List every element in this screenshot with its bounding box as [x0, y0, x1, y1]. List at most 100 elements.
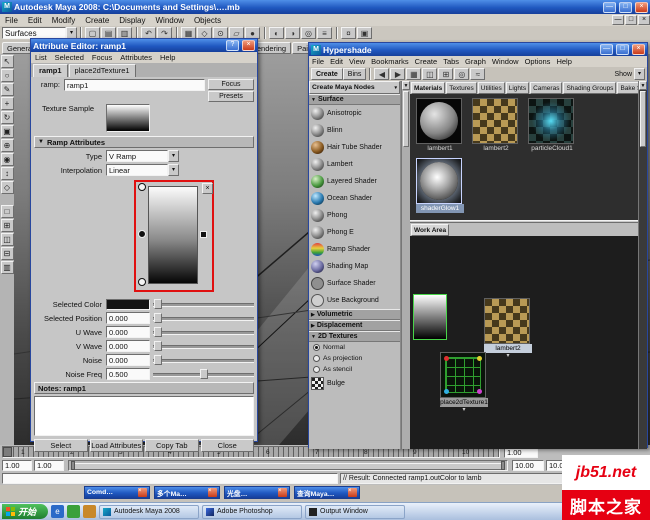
presets-button[interactable]: Presets	[208, 91, 254, 102]
mdi-restore-button[interactable]: □	[625, 15, 637, 25]
ae-menu-attributes[interactable]: Attributes	[116, 52, 156, 63]
four-pane-layout-icon[interactable]: ⊞	[0, 219, 14, 232]
ramp-gradient-strip[interactable]	[148, 186, 198, 284]
close-button[interactable]: ×	[632, 44, 645, 55]
hs-menu-help[interactable]: Help	[553, 56, 574, 67]
create-node-layered-shader[interactable]: Layered Shader	[309, 173, 400, 190]
create-node-ramp-shader[interactable]: Ramp Shader	[309, 241, 400, 258]
hs-menu-graph[interactable]: Graph	[462, 56, 489, 67]
ramp-name-field[interactable]: ramp1	[64, 79, 205, 91]
minimize-button[interactable]: —	[600, 44, 613, 55]
playback-start-field[interactable]: 1.00	[34, 460, 64, 471]
move-tool-icon[interactable]: +	[0, 97, 14, 110]
materials-swatch-panel[interactable]: lambert1 lambert2 particleCloud1 shaderG…	[410, 94, 638, 220]
paint-select-tool-icon[interactable]: ✎	[0, 83, 14, 96]
selected-color-slider[interactable]	[153, 298, 254, 310]
create-node-lambert[interactable]: Lambert	[309, 156, 400, 173]
taskbar-button-maya[interactable]: Autodesk Maya 2008	[99, 504, 199, 519]
create-bar-dropdown[interactable]: Create Maya Nodes ▾	[309, 81, 400, 94]
tab-textures[interactable]: Textures	[446, 82, 477, 94]
ramp-attributes-section[interactable]: ▼ Ramp Attributes	[34, 136, 254, 148]
last-tool-icon[interactable]: ◇	[0, 181, 14, 194]
clear-graph-icon[interactable]: ▦	[406, 68, 422, 80]
quick-launch-ie-icon[interactable]: e	[51, 505, 64, 518]
noise-slider[interactable]	[153, 354, 254, 366]
menu-create[interactable]: Create	[80, 15, 114, 26]
close-icon[interactable]: ×	[348, 488, 357, 497]
hs-menu-window[interactable]: Window	[489, 56, 522, 67]
maximize-button[interactable]: □	[616, 44, 629, 55]
help-button[interactable]: ?	[226, 40, 239, 51]
single-pane-layout-icon[interactable]: □	[0, 205, 14, 218]
hs-menu-view[interactable]: View	[346, 56, 368, 67]
surface-section-header[interactable]: ▼ Surface	[309, 94, 400, 105]
range-start-grip[interactable]	[71, 461, 75, 470]
lambert2-swatch[interactable]	[472, 98, 518, 144]
scrollbar-thumb[interactable]	[640, 91, 646, 147]
range-end-grip[interactable]	[501, 461, 505, 470]
hs-menu-tabs[interactable]: Tabs	[440, 56, 462, 67]
attribute-editor-titlebar[interactable]: Attribute Editor: ramp1 ? ×	[31, 39, 257, 52]
close-button[interactable]: Close	[200, 439, 254, 452]
menu-file[interactable]: File	[0, 15, 23, 26]
back-graph-icon[interactable]: ◀	[374, 68, 390, 80]
close-icon[interactable]: ×	[208, 488, 217, 497]
u-wave-field[interactable]: 0.000	[106, 326, 150, 338]
scrollbar-thumb[interactable]	[403, 91, 409, 147]
select-tool-icon[interactable]: ↖	[0, 55, 14, 68]
rotate-tool-icon[interactable]: ↻	[0, 111, 14, 124]
range-slider-track[interactable]	[68, 460, 508, 471]
maximize-button[interactable]: □	[619, 1, 632, 13]
ipr-render-icon[interactable]: ◎	[301, 27, 316, 39]
hs-menu-file[interactable]: File	[309, 56, 327, 67]
lambert1-swatch[interactable]	[416, 98, 462, 144]
tab-place2dtexture1[interactable]: place2dTexture1	[68, 64, 136, 77]
lambert2-node-swatch[interactable]	[484, 298, 530, 344]
tab-lights[interactable]: Lights	[505, 82, 530, 94]
delete-ramp-entry-icon[interactable]: ×	[202, 183, 213, 194]
create-node-hair-tube-shader[interactable]: Hair Tube Shader	[309, 139, 400, 156]
create-node-blinn[interactable]: Blinn	[309, 122, 400, 139]
hs-menu-options[interactable]: Options	[522, 56, 554, 67]
render-settings-icon[interactable]: ≡	[317, 27, 332, 39]
ae-menu-selected[interactable]: Selected	[51, 52, 88, 63]
work-node-place2dtexture1[interactable]: place2dTexture1 ▾	[440, 352, 488, 414]
current-frame-indicator[interactable]	[3, 447, 12, 457]
tab-utilities[interactable]: Utilities	[477, 82, 505, 94]
v-wave-field[interactable]: 0.000	[106, 340, 150, 352]
hs-menu-create[interactable]: Create	[412, 56, 441, 67]
quick-launch-media-icon[interactable]	[83, 505, 96, 518]
select-button[interactable]: Select	[34, 439, 88, 452]
expand-node-icon[interactable]: ▾	[440, 407, 488, 414]
construction-history-icon[interactable]: ◐	[269, 27, 284, 39]
hypershade-titlebar[interactable]: M Hypershade — □ ×	[309, 43, 647, 56]
rearrange-graph-icon[interactable]: ◫	[422, 68, 438, 80]
show-manipulator-icon[interactable]: ↕	[0, 167, 14, 180]
range-slider-bar[interactable]	[71, 463, 505, 470]
ramp-entry-handle-bottom[interactable]	[138, 278, 146, 286]
create-node-bulge[interactable]: Bulge	[309, 375, 400, 392]
selected-color-swatch[interactable]	[106, 298, 150, 310]
noise-freq-slider[interactable]	[153, 368, 254, 380]
close-icon[interactable]: ×	[278, 488, 287, 497]
show-dropdown-icon[interactable]: ▾	[634, 68, 645, 80]
create-node-phong-e[interactable]: Phong E	[309, 224, 400, 241]
ramp-entry-handle-middle[interactable]	[138, 230, 146, 238]
type-dropdown[interactable]: V Ramp ▾	[106, 150, 179, 162]
notes-section[interactable]: Notes: ramp1	[34, 382, 254, 394]
minimized-window-1[interactable]: Comd… ×	[84, 486, 150, 499]
soft-mod-tool-icon[interactable]: ◉	[0, 153, 14, 166]
material-particlecloud1[interactable]: particleCloud1	[528, 98, 576, 153]
create-node-ocean-shader[interactable]: Ocean Shader	[309, 190, 400, 207]
minimize-button[interactable]: —	[603, 1, 616, 13]
hypershade-persp-layout-icon[interactable]: ▥	[0, 261, 14, 274]
tab-bake-sets[interactable]: Bake Sets	[617, 82, 638, 94]
ramp-entry-square-handle[interactable]	[200, 231, 207, 238]
taskbar-button-output-window[interactable]: Output Window	[305, 504, 405, 519]
work-area-canvas[interactable]: lambert2 ▾ place2dTexture1 ▾	[410, 236, 638, 449]
texture-placement-normal-radio[interactable]: Normal	[309, 342, 400, 353]
minimized-window-4[interactable]: 查询Maya… ×	[294, 486, 360, 499]
ramp-gradient-editor[interactable]: ×	[34, 178, 254, 296]
copy-tab-button[interactable]: Copy Tab	[145, 439, 199, 452]
selected-position-slider[interactable]	[153, 312, 254, 324]
